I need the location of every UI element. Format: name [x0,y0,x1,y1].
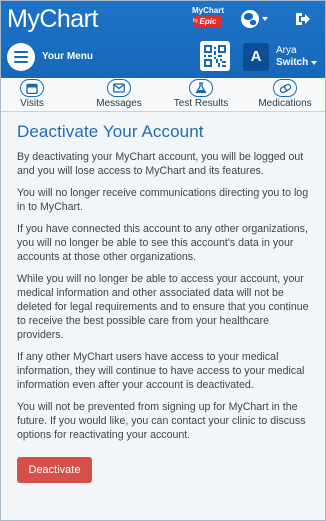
epic-badge-top: MyChart [192,6,225,15]
info-paragraph: While you will no longer be able to acce… [17,273,309,341]
tab-messages[interactable]: Messages [90,78,148,112]
tab-medications-label: Medications [258,98,312,109]
chevron-down-icon [261,17,268,21]
menu-label[interactable]: Your Menu [42,51,93,62]
mychart-by-epic-badge: MyChart by Epic [192,6,224,30]
mychart-logo[interactable]: MyChart [7,5,98,34]
header: MyChart MyChart by Epic Your Menu A Arya… [1,1,325,78]
logout-icon [296,13,310,25]
language-button[interactable] [237,8,271,30]
tab-visits-label: Visits [20,98,44,109]
avatar[interactable]: A [243,43,269,71]
switch-user-button[interactable]: Switch [276,57,318,68]
menu-icon-bar [14,61,28,63]
info-paragraph: If any other MyChart users have access t… [17,351,305,391]
tab-visits[interactable]: Visits [9,78,55,112]
main-content: Deactivate Your Account By deactivating … [17,116,315,483]
qr-code-button[interactable] [200,41,230,71]
logout-button[interactable] [286,6,320,32]
quick-tabs: Visits Messages Test Results Medications [1,78,325,112]
flask-icon [195,82,207,94]
qr-code-icon [204,45,226,67]
switch-label: Switch [276,57,309,68]
chevron-down-icon [311,60,318,65]
tab-medications[interactable]: Medications [252,78,318,112]
tab-messages-label: Messages [96,98,142,109]
tab-test-results-label: Test Results [173,98,229,109]
pill-icon [279,83,291,93]
deactivate-button[interactable]: Deactivate [17,457,92,483]
user-name[interactable]: Arya [276,45,297,56]
info-paragraph: You will not be prevented from signing u… [17,401,306,441]
app-frame: MyChart MyChart by Epic Your Menu A Arya… [0,0,326,521]
menu-icon-bar [14,56,28,58]
envelope-icon [113,83,125,93]
calendar-icon [26,83,38,94]
tab-test-results[interactable]: Test Results [167,78,235,112]
page-title: Deactivate Your Account [17,122,204,141]
epic-badge-by: by [193,18,199,24]
menu-button[interactable] [7,43,35,71]
info-paragraph: You will no longer receive communication… [17,187,309,213]
globe-icon [240,10,259,28]
info-paragraph: By deactivating your MyChart account, yo… [17,151,304,177]
menu-icon-bar [14,51,28,53]
info-paragraph: If you have connected this account to an… [17,223,308,263]
